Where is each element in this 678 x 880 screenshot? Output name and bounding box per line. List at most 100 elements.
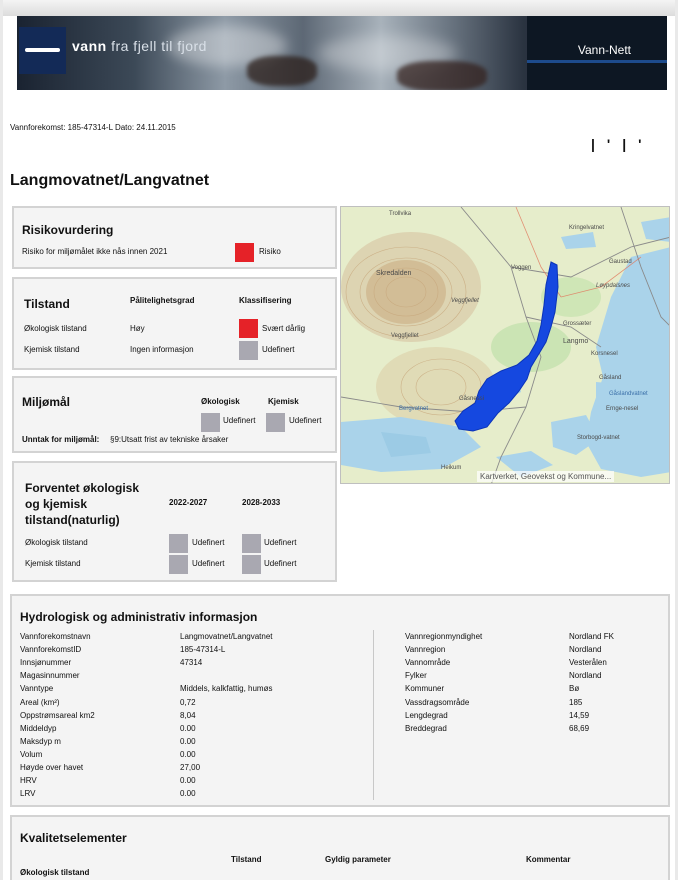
- right-value: Bø: [569, 684, 580, 694]
- app-name: Vann-Nett: [577, 43, 631, 57]
- svg-text:Veggfjellet: Veggfjellet: [451, 298, 479, 304]
- quality-title: Kvalitetselementer: [20, 831, 127, 845]
- chem-status-value: Udefinert: [262, 345, 295, 354]
- left-value: 185-47314-L: [180, 645, 226, 655]
- left-label: LRV: [20, 789, 36, 799]
- expected-chem-p2-swatch: [242, 555, 261, 574]
- svg-text:Voggen: Voggen: [511, 265, 531, 271]
- svg-text:Veggfjellet: Veggfjellet: [391, 333, 419, 339]
- export-icon[interactable]: |': [622, 136, 653, 152]
- expected-eco-p2-swatch: [242, 534, 261, 553]
- period-2-header: 2028-2033: [242, 498, 281, 507]
- page-title: Langmovatnet/Langvatnet: [10, 172, 210, 189]
- print-icons[interactable]: |'|': [591, 136, 654, 152]
- logo-icon: [19, 27, 66, 74]
- miljomal-chem-header: Kjemisk: [268, 397, 299, 406]
- left-label: Innsjønummer: [20, 658, 72, 668]
- report-page: vann fra fjell til fjord Vann-Nett Vannf…: [3, 0, 675, 880]
- quality-eco-section: Økologisk tilstand: [20, 868, 90, 877]
- expected-eco-label: Økologisk tilstand: [25, 538, 88, 547]
- left-value: 0.00: [180, 776, 196, 786]
- right-label: Lengdegrad: [405, 710, 448, 720]
- right-label: Fylker: [405, 671, 427, 681]
- left-value: 0,72: [180, 697, 196, 707]
- left-value: 0.00: [180, 789, 196, 799]
- left-label: Magasinnummer: [20, 671, 80, 681]
- tilstand-card: Tilstand Pålitelighetsgrad Klassifiserin…: [12, 277, 337, 370]
- header-banner: vann fra fjell til fjord Vann-Nett: [17, 16, 667, 90]
- right-value: Nordland: [569, 645, 602, 655]
- right-label: Vassdragsområde: [405, 697, 470, 707]
- exception-value: §9:Utsatt frist av tekniske årsaker: [110, 435, 229, 444]
- chem-status-label: Kjemisk tilstand: [24, 345, 80, 354]
- right-label: Kommuner: [405, 684, 445, 694]
- svg-text:Gåsland: Gåsland: [599, 374, 621, 381]
- risk-title: Risikovurdering: [22, 223, 114, 237]
- risk-label: Risiko for miljømålet ikke nås innen 202…: [22, 247, 168, 256]
- right-value: Nordland: [569, 671, 602, 681]
- right-label: Breddegrad: [405, 723, 447, 733]
- left-value: 0.00: [180, 723, 196, 733]
- logo-text: vann fra fjell til fjord: [72, 38, 207, 54]
- expected-card: Forventet økologisk og kjemisk tilstand(…: [12, 461, 337, 582]
- right-label: Vannområde: [405, 658, 451, 668]
- right-value: Vesterålen: [569, 658, 607, 668]
- expected-chem-p1-swatch: [169, 555, 188, 574]
- svg-text:Storbogd-vatnet: Storbogd-vatnet: [577, 435, 620, 441]
- left-value: 47314: [180, 658, 203, 668]
- right-label: Vannregion: [405, 645, 446, 655]
- right-value: Nordland FK: [569, 632, 614, 641]
- left-value: 0.00: [180, 736, 196, 746]
- right-value: 68,69: [569, 723, 590, 733]
- map-attribution[interactable]: Kartverket, Geovekst og Kommune...: [477, 471, 615, 482]
- svg-text:Kringelvatnet: Kringelvatnet: [569, 225, 604, 231]
- browser-top-strip: [3, 0, 675, 16]
- hydro-card: Hydrologisk og administrativ informasjon…: [10, 594, 670, 807]
- chem-reliability: Ingen informasjon: [130, 345, 194, 354]
- risk-value: Risiko: [259, 247, 281, 256]
- left-label: Oppstrømsareal km2: [20, 710, 95, 720]
- svg-text:Løypdalsnes: Løypdalsnes: [596, 283, 630, 289]
- map-canvas: Trollvika Kringelvatnet Skredalden Vogge…: [341, 207, 669, 483]
- miljomal-card: Miljømål Økologisk Kjemisk Udefinert Ude…: [12, 376, 337, 453]
- classification-header: Klassifisering: [239, 296, 292, 305]
- left-label: Middeldyp: [20, 723, 57, 733]
- expected-eco-p1: Udefinert: [192, 538, 225, 547]
- tilstand-title: Tilstand: [24, 297, 70, 311]
- left-label: Areal (km²): [20, 697, 60, 707]
- left-label: VannforekomstID: [20, 645, 82, 655]
- miljomal-eco-header: Økologisk: [201, 397, 240, 406]
- miljomal-eco-swatch: [201, 413, 220, 432]
- miljomal-eco-value: Udefinert: [223, 416, 256, 425]
- left-value: Langmovatnet/Langvatnet: [180, 632, 273, 641]
- quality-param-header: Gyldig parameter: [325, 855, 391, 864]
- svg-text:Gåsnessi: Gåsnessi: [459, 395, 484, 402]
- svg-text:Bergvatnet: Bergvatnet: [399, 406, 428, 412]
- quality-card: Kvalitetselementer Tilstand Gyldig param…: [10, 815, 670, 880]
- right-value: 185: [569, 697, 583, 707]
- expected-eco-p2: Udefinert: [264, 538, 297, 547]
- expected-chem-p2: Udefinert: [264, 559, 297, 568]
- eco-status-label: Økologisk tilstand: [24, 324, 87, 333]
- left-value: 0.00: [180, 749, 196, 759]
- exception-label: Unntak for miljømål:: [22, 435, 100, 444]
- svg-text:Ernge-nesel: Ernge-nesel: [606, 406, 638, 412]
- expected-eco-p1-swatch: [169, 534, 188, 553]
- left-value: Middels, kalkfattig, humøs: [180, 684, 273, 694]
- left-value: 27,00: [180, 763, 201, 772]
- svg-text:Langmo: Langmo: [563, 338, 588, 345]
- left-label: Vannforekomstnavn: [20, 632, 91, 641]
- svg-text:Korsnesel: Korsnesel: [591, 351, 618, 357]
- miljomal-chem-swatch: [266, 413, 285, 432]
- print-icon[interactable]: |': [591, 136, 622, 152]
- left-value: 8,04: [180, 710, 196, 720]
- eco-status-swatch: [239, 319, 258, 338]
- left-label: Vanntype: [20, 684, 54, 694]
- expected-title-2: og kjemisk: [25, 497, 88, 511]
- chem-status-swatch: [239, 341, 258, 360]
- risk-swatch: [235, 243, 254, 262]
- svg-text:Gåslandvatnet: Gåslandvatnet: [609, 390, 648, 397]
- expected-title-1: Forventet økologisk: [25, 481, 140, 495]
- map-view[interactable]: Trollvika Kringelvatnet Skredalden Vogge…: [340, 206, 670, 484]
- risk-card: Risikovurdering Risiko for miljømålet ik…: [12, 206, 337, 269]
